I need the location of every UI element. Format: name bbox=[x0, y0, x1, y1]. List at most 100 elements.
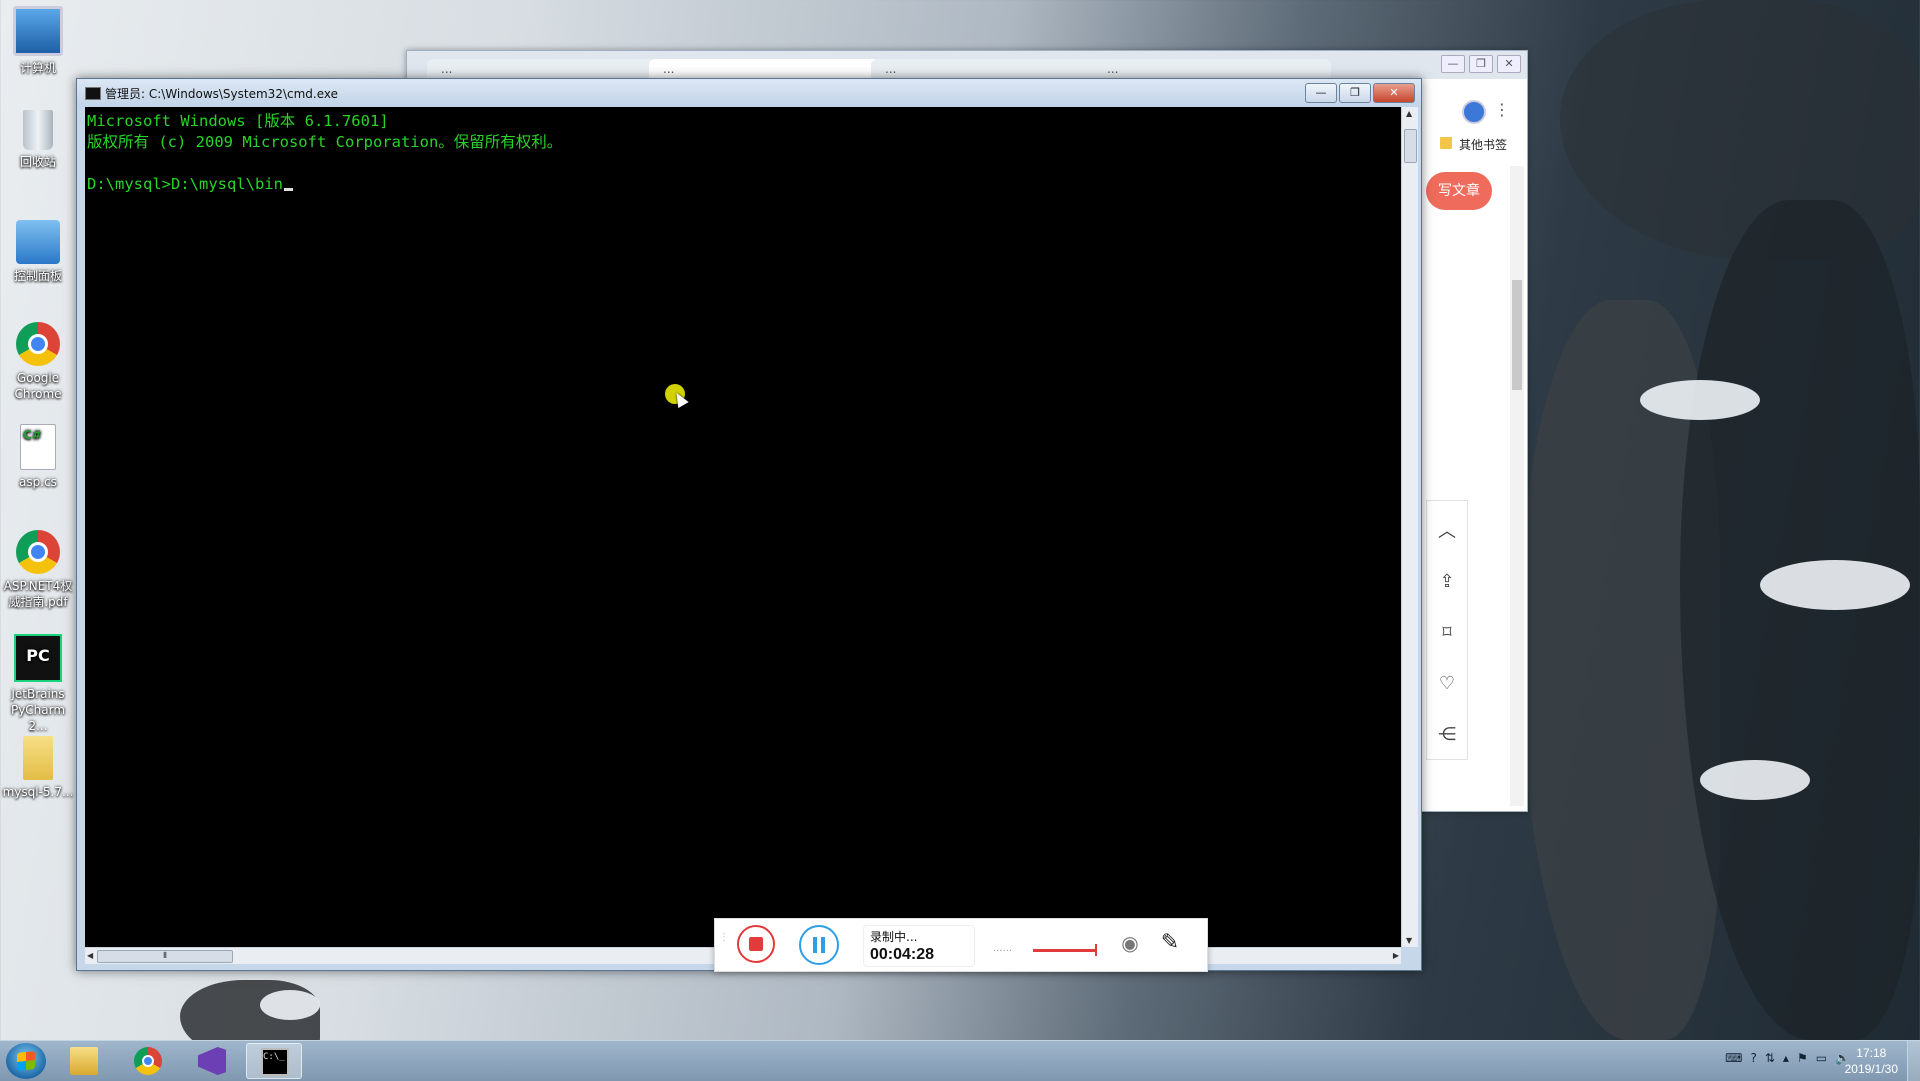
chrome-icon bbox=[16, 322, 60, 366]
clock-time: 17:18 bbox=[1856, 1046, 1887, 1060]
restore-button[interactable]: ❐ bbox=[1469, 55, 1493, 73]
computer-icon bbox=[13, 6, 63, 56]
audio-level-dots: ...... bbox=[993, 943, 1013, 954]
scroll-down-icon[interactable]: ▼ bbox=[1406, 936, 1412, 945]
tab-label: ... bbox=[663, 62, 675, 76]
scroll-left-icon[interactable]: ◀ bbox=[87, 951, 93, 960]
browser-scroll-thumb[interactable] bbox=[1512, 280, 1522, 390]
minimize-button[interactable]: — bbox=[1441, 55, 1465, 73]
tab-label: ... bbox=[885, 62, 897, 76]
audio-volume-slider[interactable] bbox=[1033, 944, 1097, 956]
cmd-icon bbox=[85, 87, 101, 100]
help-icon[interactable]: ? bbox=[1750, 1051, 1756, 1065]
taskbar-item-cmd[interactable]: C:\_ bbox=[246, 1043, 302, 1079]
cmd-window[interactable]: 管理员: C:\Windows\System32\cmd.exe — ❐ ✕ M… bbox=[76, 78, 1422, 971]
chrome-icon bbox=[134, 1047, 162, 1075]
desktop-icon-label: Google Chrome bbox=[14, 371, 62, 401]
bookmark-icon[interactable]: ⌑ bbox=[1427, 607, 1467, 657]
cmd-vertical-scrollbar[interactable]: ▲ ▼ bbox=[1401, 107, 1418, 947]
clock-date: 2019/1/30 bbox=[1844, 1062, 1898, 1076]
folder-icon bbox=[23, 736, 53, 780]
taskbar-item-explorer[interactable] bbox=[56, 1043, 112, 1079]
visual-studio-icon bbox=[198, 1047, 226, 1075]
browser-tab[interactable]: ... bbox=[649, 59, 887, 79]
extension-icon[interactable] bbox=[1462, 100, 1486, 124]
text-cursor bbox=[283, 188, 293, 191]
desktop-icon-control-panel[interactable]: 控制面板 bbox=[2, 220, 74, 284]
start-button[interactable] bbox=[6, 1043, 46, 1079]
chevron-up-icon[interactable]: ︿ bbox=[1427, 505, 1467, 555]
desktop-icon-label: 回收站 bbox=[19, 155, 56, 169]
cmd-console[interactable]: Microsoft Windows [版本 6.1.7601] 版权所有 (c)… bbox=[85, 107, 1401, 947]
browser-tab-bar: ... ... ... ... — ❐ ✕ bbox=[407, 51, 1527, 79]
recording-timer: 00:04:28 bbox=[870, 946, 935, 963]
console-line: 版权所有 (c) 2009 Microsoft Corporation。保留所有… bbox=[87, 133, 563, 151]
console-prompt-text: D:\mysql>D:\mysql\bin bbox=[87, 175, 283, 193]
cmd-horizontal-scroll-thumb[interactable]: ⦀ bbox=[97, 950, 233, 963]
article-side-toolbar: ︿ ⇪ ⌑ ♡ ⋲ bbox=[1426, 500, 1468, 760]
desktop-icon-mysql-folder[interactable]: mysql-5.7... bbox=[2, 736, 74, 800]
menu-dots-icon[interactable]: ⋮ bbox=[1494, 100, 1510, 120]
browser-scrollbar[interactable] bbox=[1510, 166, 1524, 806]
drag-handle-icon[interactable]: ⋮ bbox=[719, 933, 729, 955]
browser-tab[interactable]: ... bbox=[427, 59, 665, 79]
security-icon[interactable]: ⚑ bbox=[1797, 1051, 1808, 1065]
pause-recording-button[interactable] bbox=[799, 925, 839, 965]
stop-recording-button[interactable] bbox=[737, 925, 775, 963]
write-article-button[interactable]: 写文章 bbox=[1426, 172, 1492, 210]
taskbar: C:\_ ⌨ ? ⇅ ▴ ⚑ ▭ 🔈 17:18 2019/1/30 bbox=[0, 1040, 1920, 1081]
webcam-icon[interactable]: ◉ bbox=[1118, 931, 1142, 955]
recording-info: 录制中... 00:04:28 bbox=[863, 925, 975, 967]
system-tray: ⌨ ? ⇅ ▴ ⚑ ▭ 🔈 bbox=[1725, 1051, 1850, 1065]
pen-annotate-icon[interactable]: ✎ bbox=[1158, 931, 1182, 955]
browser-tab[interactable]: ... bbox=[871, 59, 1109, 79]
cmd-icon: C:\_ bbox=[261, 1048, 289, 1076]
maximize-button[interactable]: ❐ bbox=[1339, 83, 1371, 103]
csharp-file-icon bbox=[20, 424, 56, 470]
desktop-icon-computer[interactable]: 计算机 bbox=[2, 6, 74, 76]
close-button[interactable]: ✕ bbox=[1497, 55, 1521, 73]
bookmark-folder-icon bbox=[1440, 137, 1452, 149]
show-desktop-button[interactable] bbox=[1907, 1041, 1920, 1081]
console-line: Microsoft Windows [版本 6.1.7601] bbox=[87, 112, 389, 130]
control-panel-icon bbox=[16, 220, 60, 264]
system-clock[interactable]: 17:18 2019/1/30 bbox=[1845, 1045, 1898, 1077]
network-icon[interactable]: ⇅ bbox=[1765, 1051, 1775, 1065]
desktop-icon-label: JetBrains PyCharm 2... bbox=[10, 687, 66, 733]
screen-recorder-toolbar: ⋮ 录制中... 00:04:28 ...... ◉ ✎ bbox=[714, 918, 1208, 972]
pycharm-icon: PC bbox=[14, 634, 62, 682]
file-explorer-icon bbox=[70, 1047, 98, 1075]
cmd-vertical-scroll-thumb[interactable] bbox=[1404, 129, 1417, 163]
keyboard-icon[interactable]: ⌨ bbox=[1725, 1051, 1742, 1065]
tab-label: ... bbox=[441, 62, 453, 76]
tab-label: ... bbox=[1107, 62, 1119, 76]
desktop-icon-label: 计算机 bbox=[19, 61, 56, 75]
desktop-icon-recycle-bin[interactable]: 回收站 bbox=[2, 110, 74, 170]
other-bookmarks-link[interactable]: 其他书签 bbox=[1459, 136, 1507, 153]
taskbar-item-chrome[interactable] bbox=[120, 1043, 176, 1079]
display-icon[interactable]: ▭ bbox=[1816, 1051, 1827, 1065]
cmd-window-controls: — ❐ ✕ bbox=[1305, 83, 1415, 103]
desktop-icon-label: ASP.NET4权威指南.pdf bbox=[3, 579, 73, 609]
share-icon[interactable]: ⋲ bbox=[1427, 709, 1467, 759]
scroll-right-icon[interactable]: ▶ bbox=[1393, 951, 1399, 960]
browser-window-controls: — ❐ ✕ bbox=[1441, 55, 1521, 73]
desktop-icon-label: asp.cs bbox=[19, 475, 57, 489]
show-hidden-icons-icon[interactable]: ▴ bbox=[1783, 1051, 1789, 1065]
desktop-icon-label: 控制面板 bbox=[13, 269, 62, 283]
cmd-window-title: 管理员: C:\Windows\System32\cmd.exe bbox=[105, 87, 338, 101]
cmd-title-bar[interactable]: 管理员: C:\Windows\System32\cmd.exe — ❐ ✕ bbox=[77, 79, 1421, 107]
heart-icon[interactable]: ♡ bbox=[1427, 658, 1467, 708]
close-button[interactable]: ✕ bbox=[1373, 83, 1415, 103]
desktop-icon-asp-cs[interactable]: asp.cs bbox=[2, 424, 74, 490]
desktop-icon-label: mysql-5.7... bbox=[2, 785, 74, 799]
minimize-button[interactable]: — bbox=[1305, 83, 1337, 103]
desktop-icon-pycharm[interactable]: PC JetBrains PyCharm 2... bbox=[2, 634, 74, 734]
desktop-icon-pdf[interactable]: ASP.NET4权威指南.pdf bbox=[2, 530, 74, 610]
desktop-icon-chrome[interactable]: Google Chrome bbox=[2, 322, 74, 402]
share-upload-icon[interactable]: ⇪ bbox=[1427, 556, 1467, 606]
taskbar-item-visual-studio[interactable] bbox=[184, 1043, 240, 1079]
recycle-bin-icon bbox=[23, 110, 53, 150]
scroll-up-icon[interactable]: ▲ bbox=[1406, 109, 1412, 118]
browser-tab[interactable]: ... bbox=[1093, 59, 1331, 79]
